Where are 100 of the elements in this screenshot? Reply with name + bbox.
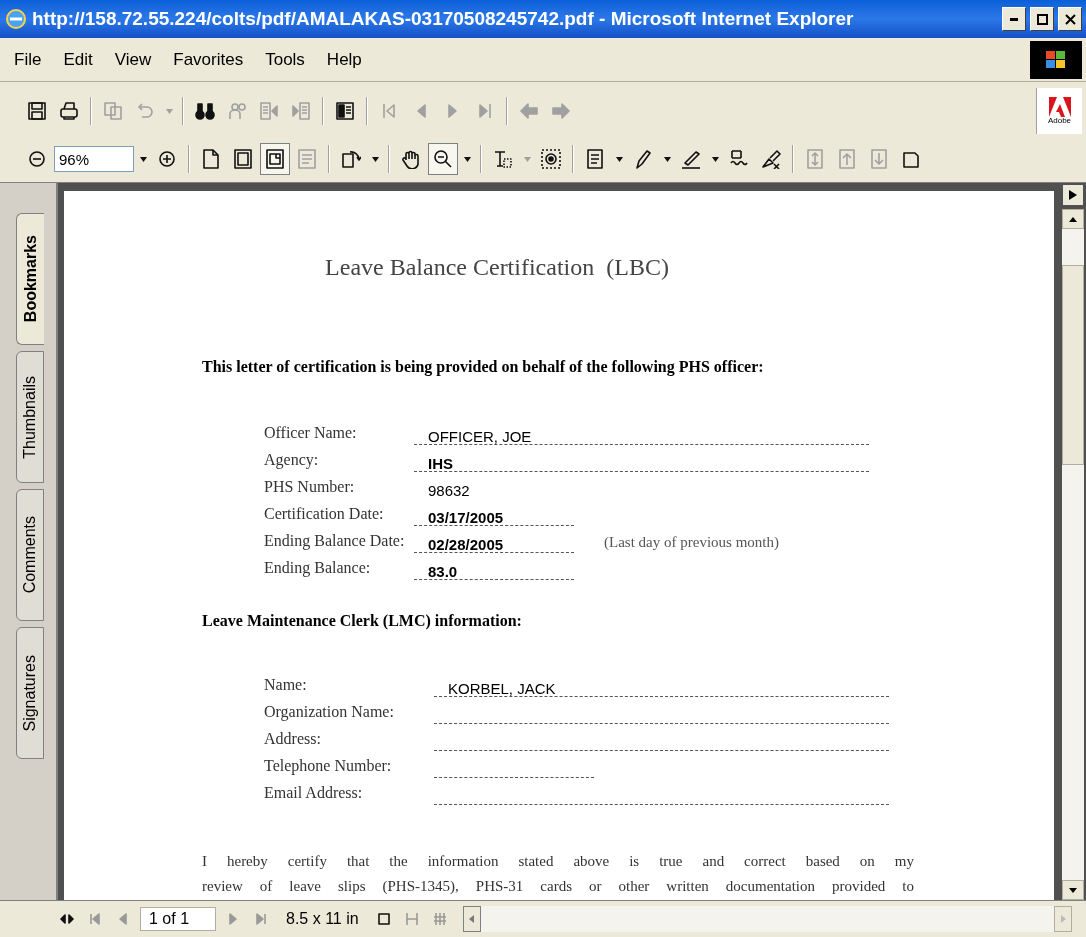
menu-item[interactable]: File	[14, 44, 64, 75]
minimize-icon	[1010, 17, 1018, 21]
certification-paragraph: I hereby certify that the information stated above is true and correct based on my review of leave slips (PHS-1345), PHS-31 cards or other written documentation provided to	[202, 852, 914, 896]
fit-page-icon	[233, 149, 253, 169]
facing-pages-icon	[432, 912, 447, 926]
field-value: 83.0	[428, 564, 458, 579]
maximize-button[interactable]	[1030, 7, 1054, 31]
pane-menu-button[interactable]	[1063, 185, 1083, 205]
caret-icon	[523, 156, 531, 162]
panel-icon	[335, 101, 355, 121]
previous-page-icon	[116, 912, 130, 926]
page-up-icon	[837, 149, 857, 169]
page-number-field[interactable]: 1 of 1	[140, 907, 216, 931]
page-left-icon	[259, 101, 279, 121]
field-label: Certification Date:	[264, 504, 385, 524]
window-title: http://158.72.55.224/colts/pdf/AMALAKAS-03170508245742.pdf - Microsoft Internet Explorer	[32, 6, 855, 31]
field-label: Email Address:	[264, 783, 364, 803]
field-label: Ending Balance Date:	[264, 531, 406, 552]
maximize-icon	[1036, 13, 1048, 25]
scroll-left-icon[interactable]	[462, 906, 481, 932]
fit-width-button[interactable]	[260, 143, 290, 175]
caret-icon	[139, 156, 147, 162]
menu-item[interactable]: Tools	[265, 44, 327, 75]
menu-item[interactable]: Favorites	[173, 44, 266, 75]
side-tab[interactable]: Thumbnails	[16, 351, 44, 483]
hand-icon	[401, 149, 421, 169]
scroll-thumb[interactable]	[1062, 265, 1084, 465]
caret-icon	[165, 108, 173, 114]
globe-icon	[4, 7, 28, 31]
field-label: Address:	[264, 729, 322, 749]
document-title: Leave Balance Certification (LBC)	[324, 253, 670, 282]
save-icon	[27, 101, 47, 121]
document-intro: This letter of certification is being provided on behalf of the following PHS officer:	[202, 357, 765, 378]
field-label: Organization Name:	[264, 702, 395, 723]
text-select-icon	[493, 149, 513, 169]
field-value: 03/17/2005	[428, 510, 504, 525]
close-button[interactable]	[1058, 7, 1082, 31]
caret-icon	[615, 156, 623, 162]
signing-pen-icon	[761, 149, 781, 169]
side-tab[interactable]: Bookmarks	[16, 213, 44, 345]
caret-icon	[371, 156, 379, 162]
field-label: Telephone Number:	[264, 756, 393, 777]
side-tab[interactable]: Signatures	[16, 627, 44, 759]
copy-icon	[103, 101, 123, 121]
forward-arrow-icon	[551, 101, 571, 121]
scroll-up-icon[interactable]	[1062, 209, 1084, 229]
pen-underline-icon	[681, 149, 701, 169]
split-arrows-icon	[60, 912, 74, 926]
field-label: PHS Number:	[264, 477, 356, 497]
rotate-page-icon	[341, 149, 361, 169]
section-heading: Leave Maintenance Clerk (LMC) information:	[202, 611, 523, 632]
page-icon	[901, 149, 921, 169]
binoculars-icon	[195, 101, 215, 121]
close-icon	[1064, 13, 1076, 25]
adobe-logo-icon	[1048, 97, 1071, 117]
field-label: Name:	[264, 675, 308, 695]
page-size-label: 8.5 x 11 in	[285, 909, 360, 929]
horizontal-scrollbar[interactable]	[462, 906, 1072, 932]
scroll-down-icon[interactable]	[1062, 880, 1084, 900]
field-label: Agency:	[264, 450, 320, 471]
page-icon	[201, 149, 221, 169]
caret-icon	[463, 156, 471, 162]
page-right-icon	[291, 101, 311, 121]
pencil-icon	[633, 149, 653, 169]
back-arrow-icon	[519, 101, 539, 121]
menu-item[interactable]: Help	[326, 44, 384, 75]
field-value: 98632	[428, 483, 470, 498]
printer-icon	[59, 101, 79, 121]
zoom-out-icon	[27, 149, 47, 169]
field-note: (Last day of previous month)	[604, 532, 779, 552]
field-value: OFFICER, JOE	[428, 429, 532, 444]
zoom-tool-button[interactable]	[428, 143, 458, 175]
field-label: Officer Name:	[264, 423, 358, 443]
vertical-scrollbar[interactable]	[1062, 209, 1084, 900]
single-page-icon	[376, 912, 391, 926]
caret-icon	[663, 156, 671, 162]
minimize-button[interactable]	[1002, 7, 1026, 31]
menu-item[interactable]: View	[114, 44, 174, 75]
fit-width-icon	[265, 149, 285, 169]
next-page-icon	[226, 912, 240, 926]
zoom-field[interactable]: 96%	[54, 146, 134, 172]
triangle-right-icon	[1069, 190, 1077, 200]
adobe-label: Adobe	[1047, 117, 1072, 125]
page-down-icon	[869, 149, 889, 169]
menu-item[interactable]: Edit	[63, 44, 115, 75]
last-page-icon	[254, 912, 268, 926]
snapshot-icon	[541, 149, 561, 169]
field-value: IHS	[428, 456, 453, 471]
field-value: 02/28/2005	[428, 537, 504, 552]
first-page-icon	[88, 912, 102, 926]
caret-icon	[711, 156, 719, 162]
zoom-in-icon	[157, 149, 177, 169]
side-tab[interactable]: Comments	[16, 489, 44, 621]
magnifier-icon	[433, 149, 453, 169]
windows-logo-icon	[1030, 40, 1082, 79]
continuous-page-icon	[404, 912, 419, 926]
page-arrows-icon	[805, 149, 825, 169]
note-icon	[585, 149, 605, 169]
field-value: KORBEL, JACK	[448, 681, 556, 696]
undo-icon	[135, 101, 155, 121]
